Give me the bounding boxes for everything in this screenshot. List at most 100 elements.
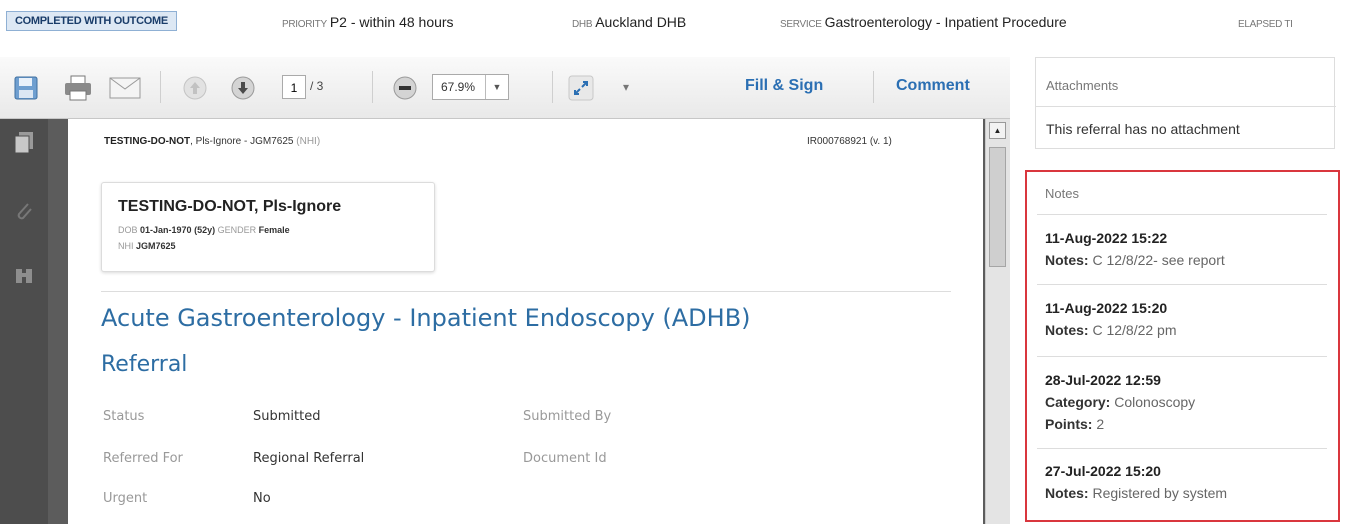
vertical-scrollbar[interactable]: ▲ — [985, 119, 1010, 524]
note-text: Notes: C 12/8/22 pm — [1045, 322, 1177, 338]
dhb-value: Auckland DHB — [595, 14, 687, 30]
scroll-up-arrow-icon[interactable]: ▲ — [989, 122, 1006, 139]
attachments-title: Attachments — [1046, 78, 1119, 93]
nhi-label: NHI — [118, 241, 134, 251]
notes-panel: Notes 11-Aug-2022 15:22 Notes: C 12/8/22… — [1025, 170, 1340, 522]
document-title: Acute Gastroenterology - Inpatient Endos… — [101, 304, 751, 332]
note-field-label: Notes: — [1045, 485, 1089, 501]
zoom-dropdown-icon[interactable]: ▼ — [485, 75, 508, 99]
comment-button[interactable]: Comment — [896, 77, 970, 95]
note-field-value: Colonoscopy — [1110, 394, 1196, 410]
document-id-header: IR000768921 (v. 1) — [807, 136, 892, 147]
save-button[interactable] — [12, 74, 40, 102]
dob-value: 01-Jan-1970 (52y) — [140, 225, 216, 235]
attachments-panel: Attachments This referral has no attachm… — [1035, 57, 1336, 149]
zoom-out-icon — [393, 76, 417, 100]
note-text: Notes: Registered by system — [1045, 485, 1227, 501]
pdf-viewer: 1 / 3 67.9% ▼ ▾ Fill & Sign Comment TEST… — [0, 57, 1010, 524]
elapsed-label: ELAPSED TI — [1238, 19, 1293, 30]
note-text: Category: Colonoscopy — [1045, 394, 1195, 410]
right-panel: Attachments This referral has no attachm… — [1025, 57, 1346, 524]
submitted-by-label: Submitted By — [523, 409, 612, 424]
service-field: SERVICE Gastroenterology - Inpatient Proc… — [780, 14, 1067, 30]
expand-icon — [568, 75, 594, 101]
document-subtitle: Referral — [101, 352, 188, 377]
urgent-label: Urgent — [103, 491, 148, 506]
note-field-label: Notes: — [1045, 252, 1089, 268]
toolbar-separator — [160, 71, 161, 103]
dhb-field: DHB Auckland DHB — [572, 14, 686, 30]
urgent-value: No — [253, 491, 271, 506]
attachments-panel-button[interactable] — [12, 199, 36, 223]
patient-dob-gender: DOB 01-Jan-1970 (52y) GENDER Female — [118, 225, 290, 235]
referral-status-bar: COMPLETED WITH OUTCOME PRIORITY P2 - with… — [0, 0, 1346, 44]
print-icon — [65, 75, 91, 101]
service-value: Gastroenterology - Inpatient Procedure — [824, 14, 1067, 30]
zoom-out-button[interactable] — [392, 75, 418, 101]
note-field-value: C 12/8/22- see report — [1088, 252, 1225, 268]
previous-page-button[interactable] — [182, 75, 208, 101]
notes-title: Notes — [1045, 186, 1079, 201]
note-item: 28-Jul-2022 12:59 Category: Colonoscopy … — [1037, 356, 1327, 448]
pages-panel-button[interactable] — [12, 131, 36, 155]
next-page-icon — [231, 76, 255, 100]
note-field-value: Registered by system — [1088, 485, 1228, 501]
header-nhi: (NHI) — [296, 136, 321, 147]
divider — [101, 291, 951, 292]
header-patient-name: TESTING-DO-NOT — [104, 136, 191, 147]
referred-for-label: Referred For — [103, 451, 183, 466]
dhb-label: DHB — [572, 19, 593, 30]
status-label: Status — [103, 409, 145, 424]
header-patient-rest: , Pls-Ignore - JGM7625 — [190, 136, 297, 147]
note-date: 27-Jul-2022 15:20 — [1045, 463, 1161, 479]
bookmarks-icon — [16, 269, 32, 283]
service-label: SERVICE — [780, 19, 822, 30]
document-id-label: Document Id — [523, 451, 607, 466]
note-item: 11-Aug-2022 15:20 Notes: C 12/8/22 pm — [1037, 284, 1327, 356]
gender-label: GENDER — [217, 225, 257, 235]
toolbar-separator — [372, 71, 373, 103]
expand-button[interactable] — [567, 74, 595, 102]
zoom-value: 67.9% — [441, 80, 476, 94]
note-field-label: Category: — [1045, 394, 1111, 410]
more-icon[interactable]: ▾ — [618, 77, 634, 97]
note-text: Notes: C 12/8/22- see report — [1045, 252, 1225, 268]
elapsed-field: ELAPSED TI — [1238, 14, 1296, 30]
fill-sign-button[interactable]: Fill & Sign — [745, 77, 823, 95]
patient-card: TESTING-DO-NOT, Pls-Ignore DOB 01-Jan-19… — [101, 182, 435, 272]
note-item: 11-Aug-2022 15:22 Notes: C 12/8/22- see … — [1037, 214, 1327, 284]
gender-value: Female — [258, 225, 290, 235]
status-value: Submitted — [253, 409, 321, 424]
priority-label: PRIORITY — [282, 19, 327, 30]
toolbar-separator — [552, 71, 553, 103]
priority-field: PRIORITY P2 - within 48 hours — [282, 14, 454, 30]
pages-icon — [14, 132, 33, 154]
pdf-toolbar: 1 / 3 67.9% ▼ ▾ Fill & Sign Comment — [0, 57, 1010, 119]
pdf-page: TESTING-DO-NOT, Pls-Ignore - JGM7625 (NH… — [68, 119, 983, 524]
note-field-value: C 12/8/22 pm — [1088, 322, 1177, 338]
status-badge: COMPLETED WITH OUTCOME — [6, 11, 177, 31]
pdf-left-rail — [0, 119, 48, 524]
email-icon — [109, 77, 141, 99]
note-field-label: Notes: — [1045, 322, 1089, 338]
note-item: 27-Jul-2022 15:20 Notes: Registered by s… — [1037, 448, 1327, 518]
toolbar-separator — [873, 71, 874, 103]
note-date: 11-Aug-2022 15:20 — [1045, 300, 1168, 316]
patient-name: TESTING-DO-NOT, Pls-Ignore — [118, 198, 342, 215]
nhi-value: JGM7625 — [136, 241, 176, 251]
scroll-thumb[interactable] — [989, 147, 1006, 267]
zoom-select[interactable]: 67.9% ▼ — [432, 74, 509, 100]
attachments-empty-message: This referral has no attachment — [1046, 121, 1240, 137]
note-field-value: 2 — [1092, 416, 1105, 432]
next-page-button[interactable] — [230, 75, 256, 101]
note-date: 28-Jul-2022 12:59 — [1045, 372, 1161, 388]
page-number-input[interactable]: 1 — [282, 75, 306, 99]
print-button[interactable] — [62, 73, 94, 103]
note-text: Points: 2 — [1045, 416, 1104, 432]
dob-label: DOB — [118, 225, 138, 235]
previous-page-icon — [183, 76, 207, 100]
save-icon — [14, 76, 38, 100]
bookmarks-panel-button[interactable] — [12, 264, 36, 288]
email-button[interactable] — [108, 75, 142, 101]
attachment-clip-icon — [17, 203, 32, 220]
